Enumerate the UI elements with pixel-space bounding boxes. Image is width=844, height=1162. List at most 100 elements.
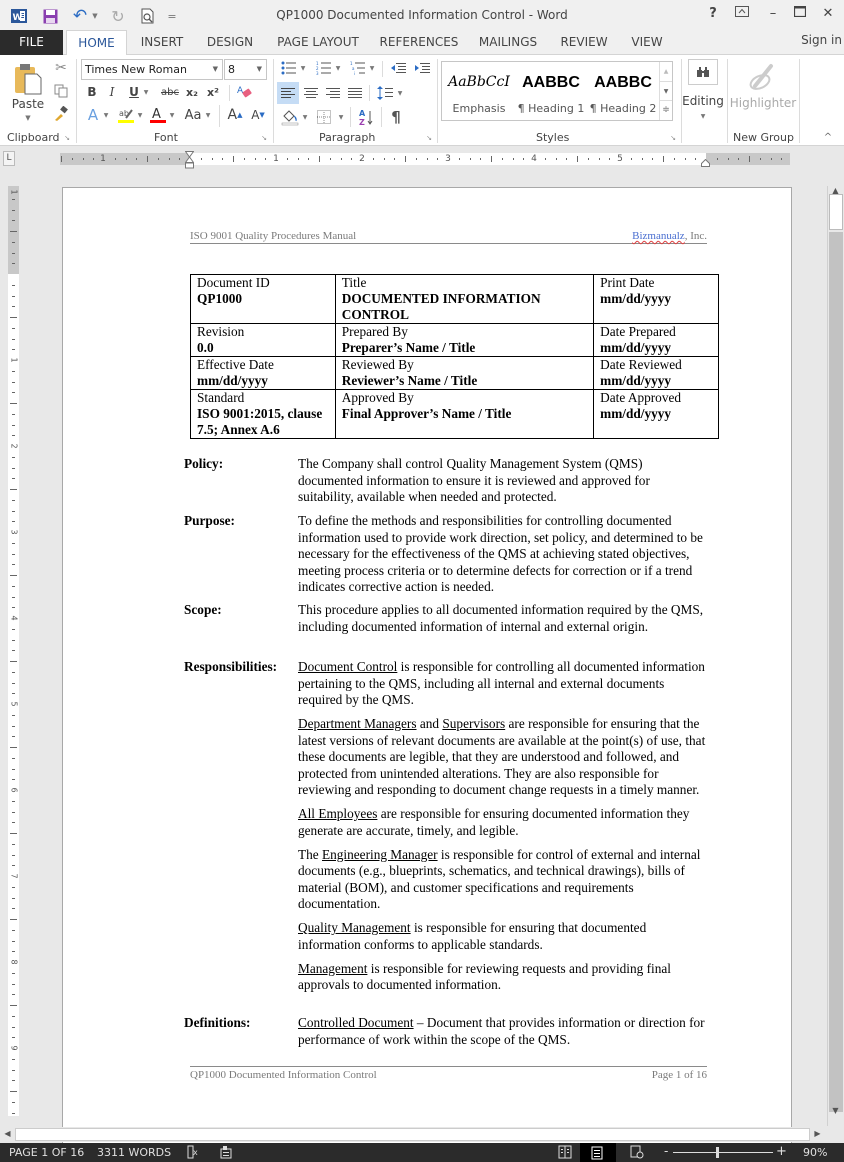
editing-button[interactable]: Editing: [682, 93, 724, 109]
proofing-icon[interactable]: x: [187, 1145, 200, 1162]
paste-dropdown-icon[interactable]: ▼: [22, 113, 34, 123]
document-id-cell[interactable]: Document ID QP1000: [190, 274, 336, 324]
strikethrough-button[interactable]: abc: [157, 83, 183, 101]
highlighter-icon[interactable]: [744, 61, 780, 93]
bullets-icon[interactable]: [279, 59, 299, 77]
cut-icon[interactable]: ✂: [52, 59, 70, 77]
styles-launcher-icon[interactable]: ↘: [669, 134, 677, 142]
close-button[interactable]: ✕: [817, 6, 839, 21]
scroll-thumb[interactable]: [829, 194, 843, 230]
document-page[interactable]: ISO 9001 Quality Procedures Manual Bizma…: [62, 187, 792, 1147]
clear-formatting-icon[interactable]: A: [235, 82, 255, 102]
style-heading-2[interactable]: AABBC ¶ Heading 2: [588, 62, 658, 120]
shading-dropdown-icon[interactable]: ▼: [301, 106, 309, 128]
font-color-icon[interactable]: A: [148, 105, 168, 125]
shrink-font-button[interactable]: A ▼: [249, 105, 267, 125]
tab-mailings[interactable]: MAILINGS: [474, 30, 542, 55]
reviewed-by-cell[interactable]: Reviewed By Reviewer’s Name / Title: [334, 356, 595, 390]
date-reviewed-cell[interactable]: Date Reviewed mm/dd/yyyy: [593, 356, 719, 390]
subscript-button[interactable]: x₂: [184, 83, 200, 101]
maximize-button[interactable]: [789, 5, 811, 21]
text-highlight-color-icon[interactable]: ab: [116, 105, 136, 125]
text-effects-button[interactable]: A: [84, 105, 102, 125]
clipboard-launcher-icon[interactable]: ↘: [63, 134, 71, 142]
date-prepared-cell[interactable]: Date Prepared mm/dd/yyyy: [593, 323, 719, 357]
right-indent-marker[interactable]: [701, 156, 710, 167]
indent-markers[interactable]: [184, 151, 195, 177]
tab-references[interactable]: REFERENCES: [375, 30, 463, 55]
sign-in-link[interactable]: Sign in: [801, 33, 842, 47]
paste-icon[interactable]: [10, 59, 46, 99]
numbering-dropdown-icon[interactable]: ▼: [334, 59, 342, 77]
zoom-slider-thumb[interactable]: [716, 1147, 720, 1158]
minimize-button[interactable]: –: [762, 6, 784, 21]
borders-dropdown-icon[interactable]: ▼: [337, 106, 345, 128]
tab-page-layout[interactable]: PAGE LAYOUT: [270, 30, 366, 55]
italic-button[interactable]: I: [104, 83, 120, 101]
macro-recording-icon[interactable]: [220, 1145, 232, 1162]
zoom-out-button[interactable]: -: [664, 1144, 668, 1158]
zoom-level[interactable]: 90%: [803, 1146, 827, 1159]
effective-date-cell[interactable]: Effective Date mm/dd/yyyy: [190, 356, 336, 390]
scroll-track[interactable]: [829, 232, 843, 1112]
bullets-dropdown-icon[interactable]: ▼: [299, 59, 307, 77]
prepared-by-cell[interactable]: Prepared By Preparer’s Name / Title: [334, 323, 595, 357]
font-size-combo[interactable]: 8 ▼: [224, 59, 267, 80]
standard-cell[interactable]: Standard ISO 9001:2015, clause 7.5; Annex…: [190, 389, 336, 439]
zoom-in-button[interactable]: +: [776, 1144, 787, 1159]
horizontal-scroll-thumb[interactable]: [15, 1128, 810, 1141]
styles-scroll-up-icon[interactable]: ▲: [660, 62, 672, 81]
align-left-button[interactable]: [277, 82, 299, 104]
tab-review[interactable]: REVIEW: [556, 30, 612, 55]
vertical-scrollbar[interactable]: ▲ ▼: [827, 186, 844, 1126]
style-heading-1[interactable]: AABBC ¶ Heading 1: [516, 62, 586, 120]
horizontal-ruler[interactable]: 1 1 2 3 4 5: [60, 153, 790, 165]
tab-file[interactable]: FILE: [0, 30, 63, 55]
tab-view[interactable]: VIEW: [626, 30, 668, 55]
style-emphasis[interactable]: AaBbCcI Emphasis: [444, 62, 514, 120]
tab-design[interactable]: DESIGN: [200, 30, 260, 55]
horizontal-scrollbar[interactable]: ◀ ▶: [0, 1127, 827, 1142]
print-date-cell[interactable]: Print Date mm/dd/yyyy: [593, 274, 719, 324]
scroll-left-icon[interactable]: ◀: [0, 1129, 15, 1138]
font-color-dropdown-icon[interactable]: ▼: [168, 105, 176, 125]
scroll-right-icon[interactable]: ▶: [810, 1129, 825, 1138]
decrease-indent-icon[interactable]: [388, 59, 408, 77]
underline-button[interactable]: U: [126, 83, 142, 101]
styles-more-icon[interactable]: ≑: [660, 100, 672, 119]
superscript-button[interactable]: x²: [205, 83, 221, 101]
line-spacing-dropdown-icon[interactable]: ▼: [396, 82, 404, 104]
bold-button[interactable]: B: [84, 83, 100, 101]
multilevel-list-icon[interactable]: 1ai: [348, 59, 368, 77]
ribbon-display-options-icon[interactable]: [731, 6, 753, 21]
align-right-button[interactable]: [322, 82, 344, 104]
paragraph-launcher-icon[interactable]: ↘: [425, 134, 433, 142]
justify-button[interactable]: [344, 82, 366, 104]
find-binoculars-icon[interactable]: [688, 59, 718, 85]
borders-icon[interactable]: [313, 106, 335, 128]
title-cell[interactable]: Title DOCUMENTED INFORMATION CONTROL: [334, 274, 595, 324]
paste-button[interactable]: Paste: [8, 97, 48, 111]
copy-icon[interactable]: [52, 82, 70, 100]
shading-icon[interactable]: [279, 106, 301, 128]
styles-scroll-down-icon[interactable]: ▼: [660, 81, 672, 100]
show-hide-formatting-button[interactable]: ¶: [386, 106, 406, 128]
change-case-button[interactable]: Aa: [182, 105, 204, 125]
web-layout-icon[interactable]: [630, 1145, 644, 1162]
tab-insert[interactable]: INSERT: [133, 30, 191, 55]
highlighter-button[interactable]: Highlighter: [730, 95, 797, 111]
zoom-slider-track[interactable]: [673, 1152, 773, 1153]
vertical-ruler[interactable]: 1 2 3 4 5 6 7 8 9 1: [8, 186, 19, 1116]
multilevel-dropdown-icon[interactable]: ▼: [368, 59, 376, 77]
date-approved-cell[interactable]: Date Approved mm/dd/yyyy: [593, 389, 719, 439]
increase-indent-icon[interactable]: [412, 59, 432, 77]
help-icon[interactable]: ?: [702, 6, 724, 21]
approved-by-cell[interactable]: Approved By Final Approver’s Name / Title: [334, 389, 595, 439]
print-layout-button[interactable]: [580, 1143, 616, 1162]
highlight-dropdown-icon[interactable]: ▼: [136, 105, 144, 125]
font-name-combo[interactable]: Times New Roman ▼: [81, 59, 223, 80]
tab-home[interactable]: HOME: [66, 30, 127, 56]
editing-dropdown-icon[interactable]: ▼: [698, 111, 708, 121]
numbering-icon[interactable]: 123: [314, 59, 334, 77]
page-count-status[interactable]: PAGE 1 OF 16: [9, 1146, 84, 1159]
